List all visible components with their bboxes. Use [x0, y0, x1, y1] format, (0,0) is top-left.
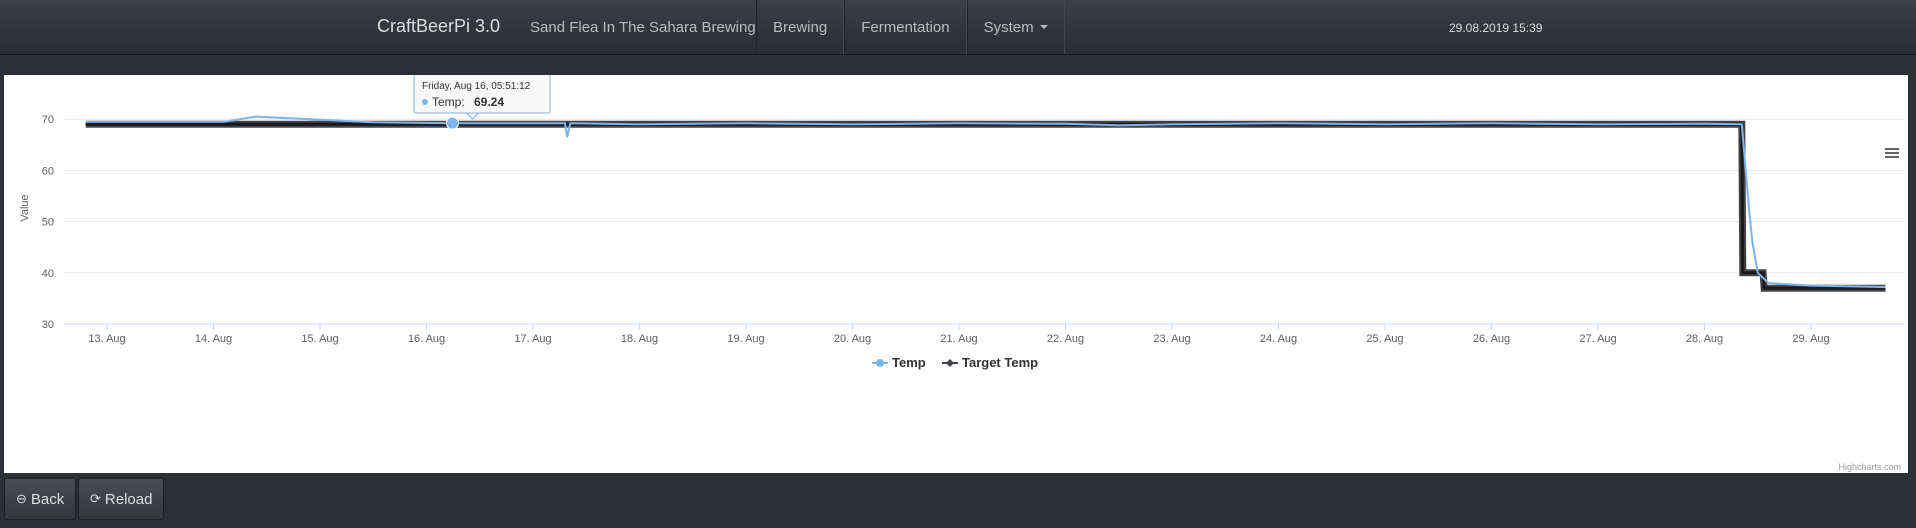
- x-tick-label: 13. Aug: [88, 333, 125, 345]
- footer: ⊖ Back ⟳ Reload: [0, 475, 1916, 528]
- x-tick-label: 15. Aug: [301, 333, 338, 345]
- legend: Temp Target Temp: [872, 355, 1038, 370]
- back-circle-icon: ⊖: [16, 491, 27, 506]
- datetime: 29.08.2019 15:39: [1449, 21, 1543, 35]
- app-brand[interactable]: CraftBeerPi 3.0: [377, 16, 500, 37]
- y-axis-label: Value: [19, 194, 31, 221]
- menu-bar: [1885, 156, 1899, 158]
- reload-label: Reload: [104, 490, 153, 508]
- x-tick-label: 27. Aug: [1579, 333, 1616, 345]
- nav-label: Fermentation: [861, 18, 950, 36]
- x-tick-label: 23. Aug: [1153, 333, 1190, 345]
- nav-item-fermentation[interactable]: Fermentation: [844, 0, 967, 54]
- x-tick-label: 18. Aug: [621, 333, 658, 345]
- y-tick-label: 50: [42, 217, 54, 229]
- x-tick-label: 26. Aug: [1473, 333, 1510, 345]
- y-tick-label: 70: [42, 114, 54, 126]
- tooltip-series-marker: [422, 99, 428, 105]
- x-tick-label: 16. Aug: [408, 333, 445, 345]
- nav-item-brewing[interactable]: Brewing: [756, 0, 845, 54]
- chart-svg: 304050607080 13. Aug14. Aug15. Aug16. Au…: [19, 63, 1904, 472]
- x-tick-label: 25. Aug: [1366, 333, 1403, 345]
- tooltip-arrow: [465, 112, 480, 120]
- navbar: CraftBeerPi 3.0 Sand Flea In The Sahara …: [0, 0, 1916, 55]
- caret-down-icon: [1039, 25, 1048, 29]
- nav-label: System: [983, 18, 1034, 36]
- brewery-name: Sand Flea In The Sahara Brewing: [530, 19, 756, 36]
- legend-item-temp[interactable]: Temp: [872, 355, 926, 370]
- legend-symbol-marker: [946, 359, 954, 367]
- x-axis: 13. Aug 14. Aug 15. Aug 16. Aug 17. Aug 18. A…: [64, 323, 1904, 345]
- nav-label: Brewing: [773, 18, 828, 36]
- series-line-temp: [85, 115, 1886, 289]
- refresh-icon: ⟳: [90, 491, 101, 506]
- menu-bar: [1885, 152, 1899, 154]
- menu-bar: [1885, 148, 1899, 150]
- reload-button[interactable]: ⟳ Reload: [78, 478, 165, 520]
- hover-point: [445, 116, 459, 130]
- tooltip: Friday, Aug 16, 05:51:12 Temp: 69.24: [413, 73, 551, 120]
- x-tick-label: 19. Aug: [727, 333, 764, 345]
- legend-label: Temp: [892, 355, 926, 370]
- x-tick-label: 24. Aug: [1260, 333, 1297, 345]
- series-line-target-temp-core: [85, 122, 1886, 290]
- x-tick-label: 20. Aug: [834, 333, 871, 345]
- nav-menu: Brewing Fermentation System: [756, 0, 1065, 54]
- legend-symbol-marker: [876, 359, 884, 367]
- context-menu-icon[interactable]: [1885, 148, 1899, 158]
- chart-container: 304050607080 13. Aug14. Aug15. Aug16. Au…: [4, 63, 1908, 473]
- grid: [64, 67, 1904, 325]
- legend-item-target-temp[interactable]: Target Temp: [942, 355, 1038, 370]
- x-tick-label: 29. Aug: [1792, 333, 1829, 345]
- x-tick-label: 21. Aug: [940, 333, 977, 345]
- back-label: Back: [30, 490, 65, 508]
- subbar: [0, 55, 1916, 75]
- y-tick-label: 40: [42, 268, 54, 280]
- highcharts-credits[interactable]: Highcharts.com: [1838, 462, 1901, 472]
- series-line-target-temp: [85, 120, 1886, 292]
- y-axis: 304050607080: [42, 63, 54, 331]
- y-tick-label: 30: [42, 319, 54, 331]
- series-layer: [85, 115, 1886, 292]
- nav-item-system[interactable]: System: [966, 0, 1065, 54]
- tooltip-value: 69.24: [474, 95, 504, 109]
- legend-label: Target Temp: [962, 355, 1038, 370]
- tooltip-label: Temp:: [432, 95, 465, 109]
- x-tick-label: 28. Aug: [1686, 333, 1723, 345]
- y-tick-label: 60: [42, 165, 54, 177]
- back-button[interactable]: ⊖ Back: [4, 478, 77, 520]
- tooltip-title: Friday, Aug 16, 05:51:12: [422, 81, 531, 92]
- x-tick-label: 17. Aug: [514, 333, 551, 345]
- x-tick-label: 14. Aug: [195, 333, 232, 345]
- x-tick-label: 22. Aug: [1047, 333, 1084, 345]
